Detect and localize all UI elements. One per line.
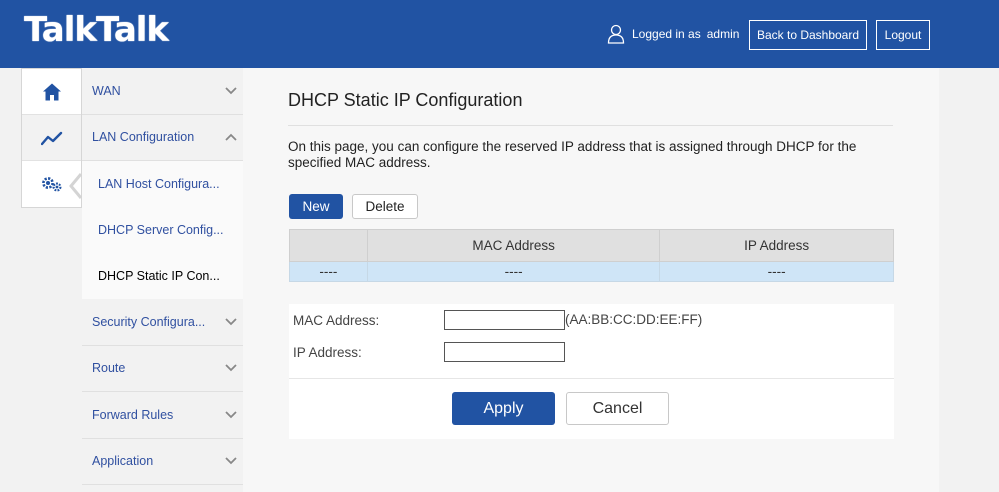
- menu-sub-label: DHCP Server Config...: [98, 223, 224, 237]
- side-menu: WAN LAN Configuration LAN Host Configura…: [82, 68, 243, 492]
- table-cell: ----: [366, 261, 661, 282]
- menu-item-application[interactable]: Application: [82, 438, 243, 485]
- rail-item-status[interactable]: [22, 115, 81, 161]
- logged-in-label: Logged in as: [632, 27, 701, 41]
- gears-icon: [41, 177, 62, 192]
- mac-address-label: MAC Address:: [293, 313, 380, 328]
- user-icon: [607, 24, 625, 44]
- cancel-button[interactable]: Cancel: [566, 392, 669, 425]
- top-header: TalkTalk Logged in as admin Back to Dash…: [0, 0, 999, 68]
- menu-item-label: Application: [92, 454, 154, 469]
- chevron-down-icon: [225, 411, 237, 419]
- mac-address-format-hint: (AA:BB:CC:DD:EE:FF): [565, 312, 703, 327]
- page-title: DHCP Static IP Configuration: [288, 90, 523, 110]
- rail-item-home[interactable]: [22, 69, 81, 115]
- chevron-down-icon: [225, 364, 237, 372]
- column-header-select: [289, 229, 368, 262]
- menu-item-forward-rules[interactable]: Forward Rules: [82, 392, 243, 439]
- column-header-mac-address: MAC Address: [366, 229, 661, 262]
- menu-item-label: Forward Rules: [92, 407, 174, 422]
- trend-chart-icon: [40, 131, 62, 145]
- chevron-down-icon: [225, 318, 237, 326]
- talktalk-logo: TalkTalk: [24, 10, 169, 50]
- apply-button[interactable]: Apply: [452, 392, 555, 425]
- new-button[interactable]: New: [289, 194, 343, 219]
- static-ip-form: MAC Address: (AA:BB:CC:DD:EE:FF) IP Addr…: [289, 304, 894, 439]
- home-icon: [42, 83, 61, 100]
- ip-address-input[interactable]: [444, 342, 565, 362]
- ip-address-label: IP Address:: [293, 345, 362, 360]
- page-description: On this page, you can configure the rese…: [288, 139, 857, 170]
- username: admin: [706, 27, 740, 41]
- main-content: DHCP Static IP Configuration On this pag…: [243, 68, 939, 492]
- menu-item-wan[interactable]: WAN: [82, 68, 243, 115]
- menu-sub-dhcp-static-ip-configuration[interactable]: DHCP Static IP Con...: [82, 253, 243, 299]
- logout-button[interactable]: Logout: [876, 20, 930, 50]
- menu-item-lan-configuration[interactable]: LAN Configuration: [82, 114, 243, 161]
- static-ip-table: MAC Address IP Address ---- ---- ----: [289, 229, 894, 282]
- chevron-up-icon: [225, 133, 237, 141]
- back-to-dashboard-button[interactable]: Back to Dashboard: [749, 20, 867, 50]
- menu-item-label: WAN: [92, 83, 121, 98]
- chevron-down-icon: [225, 457, 237, 465]
- menu-item-label: Route: [92, 361, 126, 376]
- menu-item-label: Security Configura...: [92, 314, 206, 329]
- form-divider: [289, 378, 894, 379]
- title-divider: [288, 125, 893, 126]
- menu-sub-dhcp-server-configuration[interactable]: DHCP Server Config...: [82, 207, 243, 253]
- table-row[interactable]: ---- ---- ----: [289, 261, 894, 282]
- menu-sub-label: LAN Host Configura...: [98, 177, 220, 191]
- table-header-row: MAC Address IP Address: [289, 229, 894, 262]
- chevron-down-icon: [225, 87, 237, 95]
- menu-sub-label: DHCP Static IP Con...: [98, 269, 220, 283]
- table-cell: ----: [289, 261, 368, 282]
- delete-button[interactable]: Delete: [352, 194, 418, 219]
- mac-address-input[interactable]: [444, 310, 565, 330]
- menu-item-route[interactable]: Route: [82, 345, 243, 392]
- column-header-ip-address: IP Address: [659, 229, 894, 262]
- menu-item-security-configuration[interactable]: Security Configura...: [82, 299, 243, 346]
- user-info: Logged in as admin: [607, 24, 739, 44]
- menu-item-label: LAN Configuration: [92, 130, 195, 145]
- table-cell: ----: [659, 261, 894, 282]
- menu-sub-lan-host-configuration[interactable]: LAN Host Configura...: [82, 161, 243, 207]
